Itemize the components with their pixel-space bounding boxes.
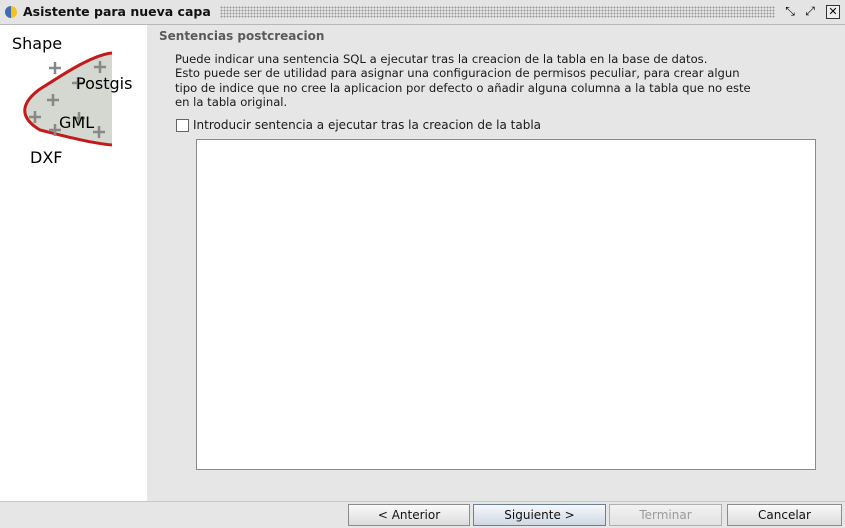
finish-button[interactable]: Terminar [609,504,722,526]
section-description: Puede indicar una sentencia SQL a ejecut… [175,52,815,110]
layer-formats-illustration: Shape Postgis GML DXF [12,34,132,167]
cancel-button[interactable]: Cancelar [727,504,842,526]
wizard-side-panel: Shape Postgis GML DXF [0,25,147,501]
app-icon [5,6,17,18]
logo-label-postgis: Postgis [76,74,132,93]
description-line: Puede indicar una sentencia SQL a ejecut… [175,52,708,66]
next-button[interactable]: Siguiente > [473,504,606,526]
sql-checkbox[interactable] [176,119,189,132]
previous-button[interactable]: < Anterior [348,504,470,526]
logo-label-shape: Shape [12,34,62,53]
description-line: Esto puede ser de utilidad para asignar … [175,66,740,81]
maximize-icon[interactable]: ⤢ [803,4,817,18]
description-line: en la tabla original. [175,95,288,110]
logo-label-gml: GML [59,113,94,132]
logo-label-dxf: DXF [30,148,62,167]
sql-checkbox-label[interactable]: Introducir sentencia a ejecutar tras la … [193,118,541,132]
sql-textarea[interactable] [196,139,816,470]
description-line: tipo de indice que no cree la aplicacion… [175,80,751,95]
close-icon[interactable]: ✕ [826,5,840,19]
window-titlebar: Asistente para nueva capa ⤡ ⤢ ✕ [0,0,845,25]
titlebar-grip [220,6,775,18]
minimize-restore-icon[interactable]: ⤡ [783,4,797,18]
section-title: Sentencias postcreacion [159,29,325,43]
window-title: Asistente para nueva capa [23,4,211,19]
